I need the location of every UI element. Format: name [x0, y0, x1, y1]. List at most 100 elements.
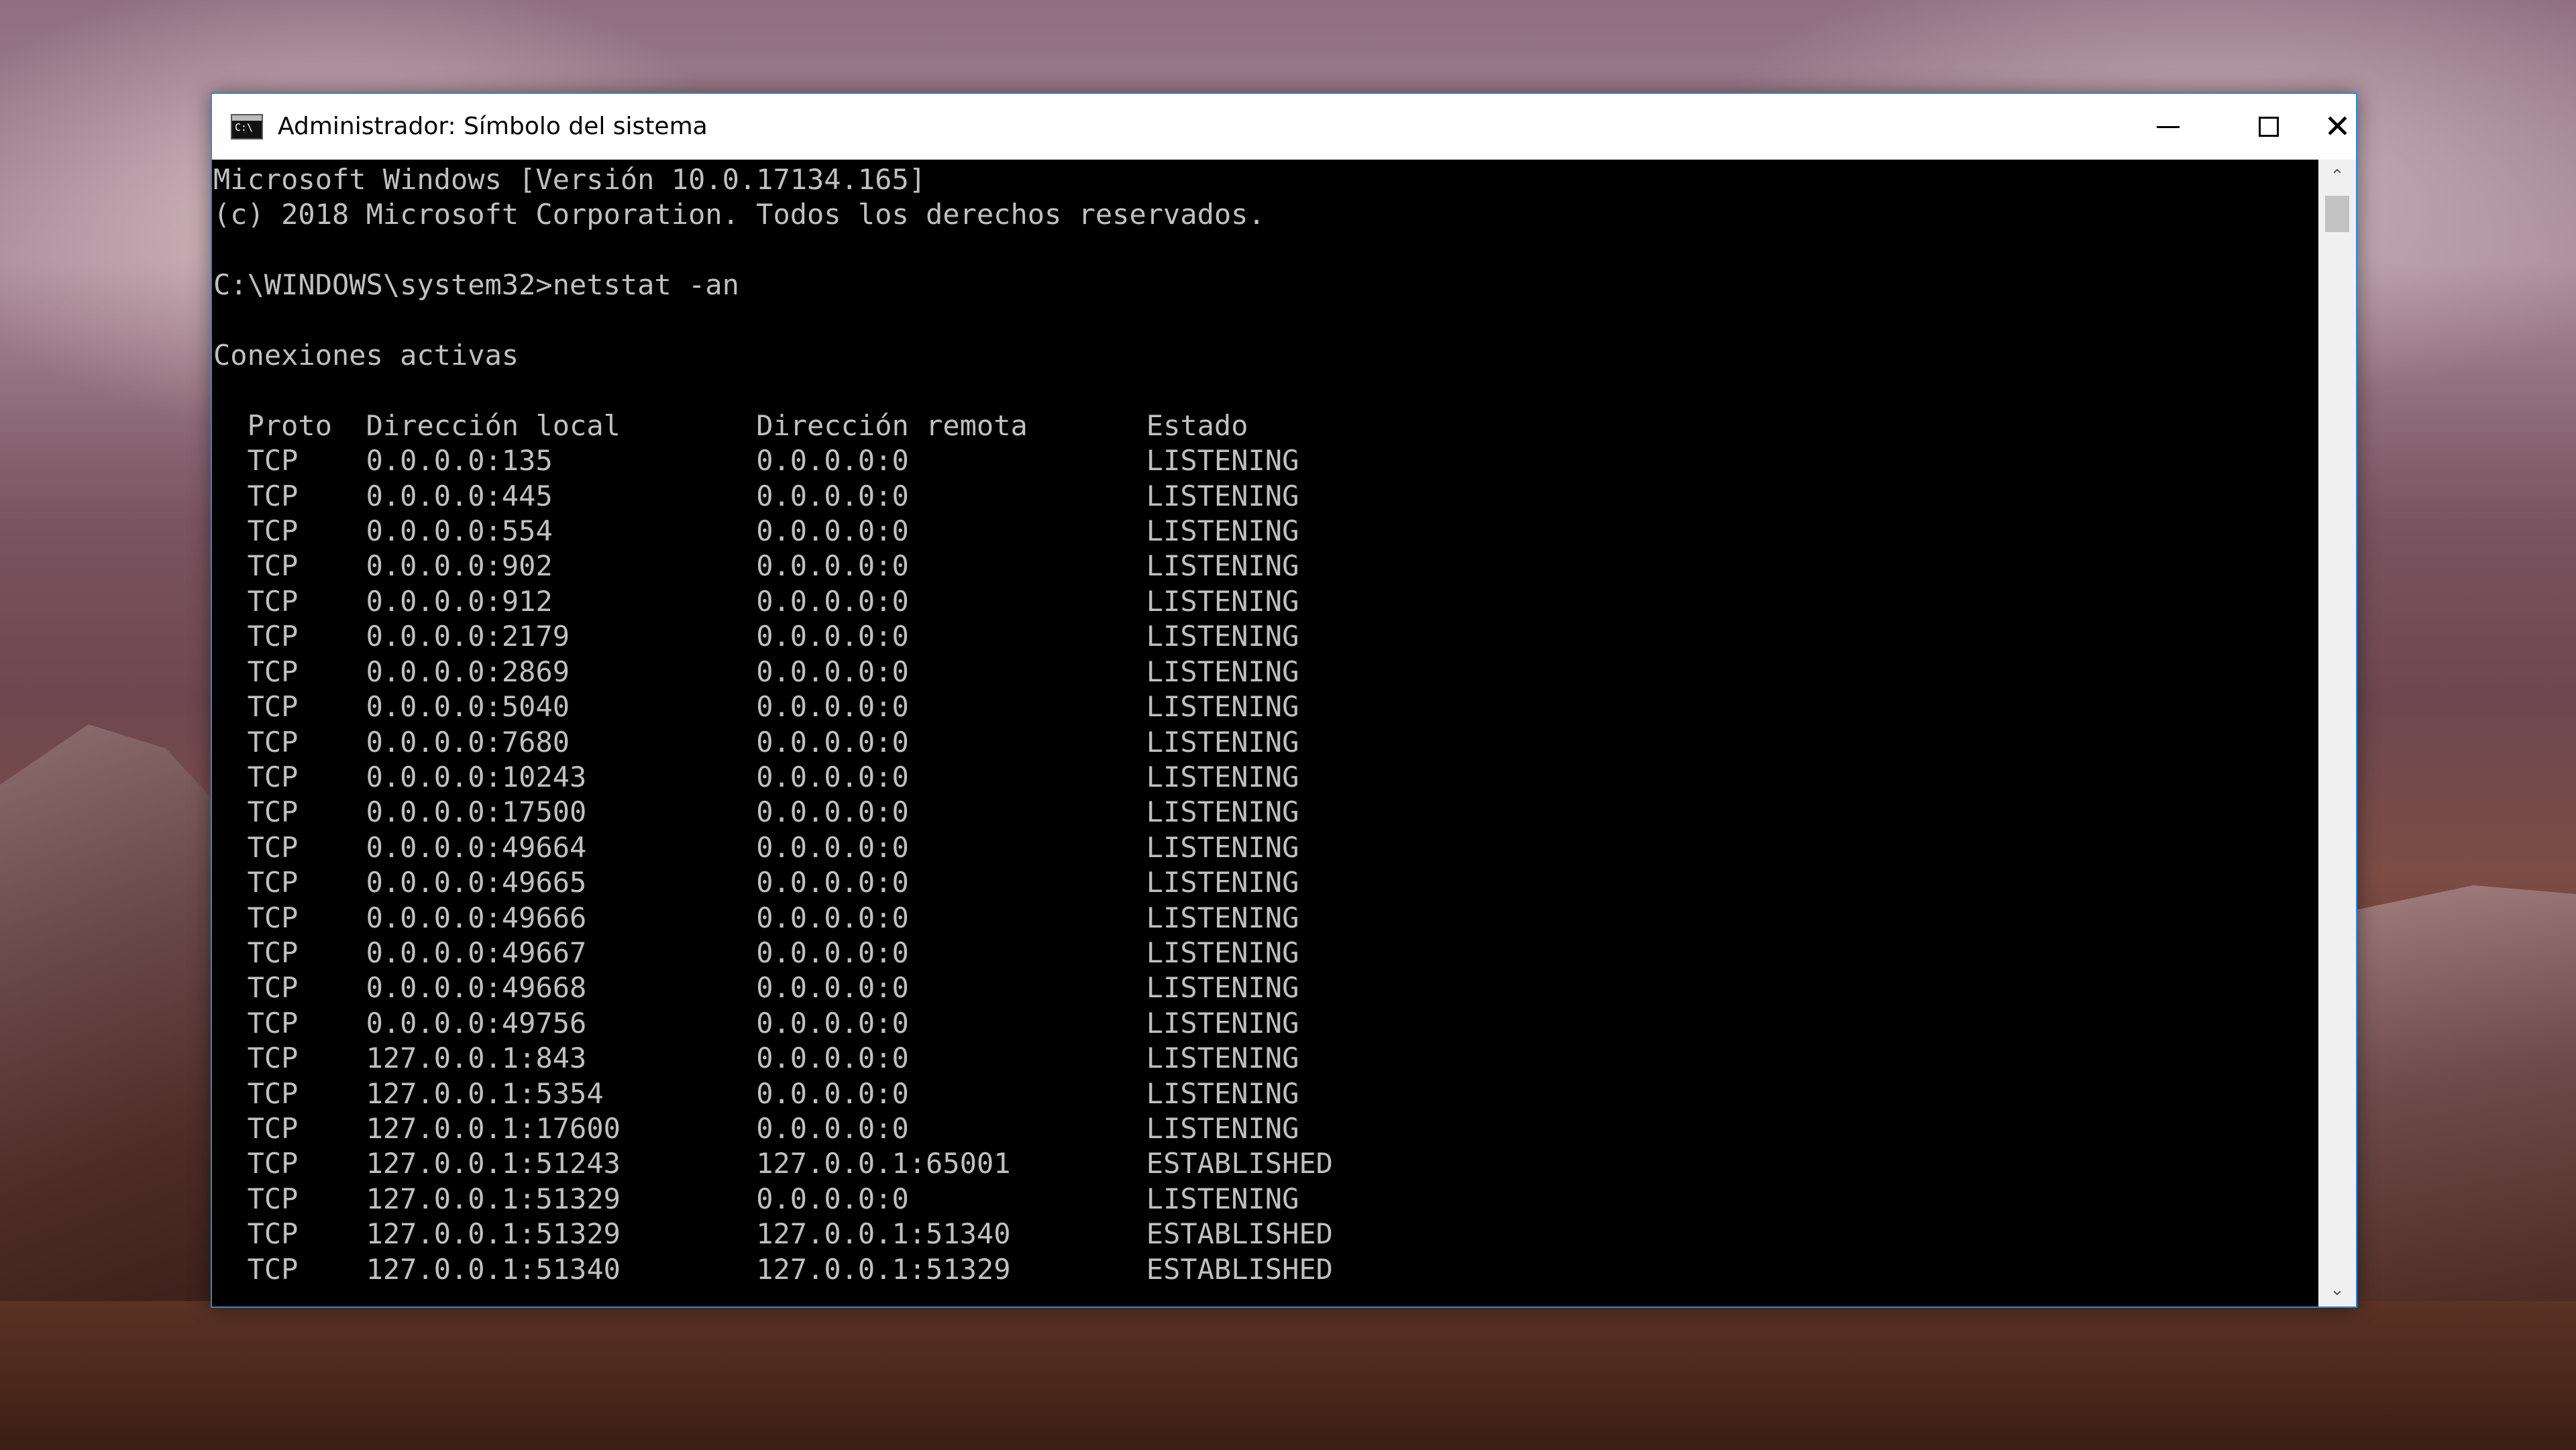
- remote-address-cell: 0.0.0.0:0: [756, 1182, 909, 1215]
- proto-cell: TCP: [247, 514, 299, 548]
- close-button[interactable]: ✕: [2319, 94, 2356, 160]
- console-header-line: Microsoft Windows [Versión 10.0.17134.16…: [213, 163, 926, 196]
- desktop-ground: [0, 1301, 2576, 1450]
- table-row: TCP 0.0.0.0:49668 0.0.0.0:0 LISTENING: [213, 971, 1299, 1004]
- proto-cell: TCP: [247, 549, 299, 583]
- state-cell: LISTENING: [1146, 620, 1299, 653]
- table-row: TCP 0.0.0.0:17500 0.0.0.0:0 LISTENING: [213, 795, 1299, 828]
- proto-cell: TCP: [247, 725, 299, 759]
- local-address-cell: 0.0.0.0:2179: [366, 620, 570, 653]
- table-row: TCP 127.0.0.1:843 0.0.0.0:0 LISTENING: [213, 1042, 1299, 1074]
- table-row: TCP 0.0.0.0:10243 0.0.0.0:0 LISTENING: [213, 761, 1299, 793]
- remote-address-cell: Dirección remota: [756, 408, 1028, 442]
- proto-cell: TCP: [247, 901, 299, 934]
- remote-address-cell: 0.0.0.0:0: [756, 1042, 909, 1075]
- desktop-mountain-right: [2348, 885, 2576, 1321]
- state-cell: Estado: [1146, 408, 1248, 442]
- local-address-cell: 0.0.0.0:554: [366, 514, 553, 548]
- local-address-cell: Dirección local: [366, 408, 621, 442]
- minimize-button[interactable]: [2118, 94, 2218, 160]
- table-row: TCP 0.0.0.0:2179 0.0.0.0:0 LISTENING: [213, 620, 1299, 653]
- local-address-cell: 0.0.0.0:135: [366, 444, 553, 478]
- table-row: TCP 127.0.0.1:51340 127.0.0.1:51329 ESTA…: [213, 1253, 1333, 1286]
- table-header: Proto Dirección local Dirección remota E…: [213, 409, 1248, 442]
- table-row: TCP 127.0.0.1:51243 127.0.0.1:65001 ESTA…: [213, 1147, 1333, 1180]
- table-row: TCP 0.0.0.0:5040 0.0.0.0:0 LISTENING: [213, 690, 1299, 723]
- proto-cell: TCP: [247, 584, 299, 618]
- state-cell: LISTENING: [1146, 936, 1299, 969]
- local-address-cell: 0.0.0.0:49756: [366, 1006, 587, 1040]
- local-address-cell: 0.0.0.0:49668: [366, 971, 587, 1005]
- proto-cell: TCP: [247, 655, 299, 688]
- scroll-thumb[interactable]: [2325, 196, 2349, 232]
- scroll-up-button[interactable]: ⌃: [2318, 160, 2356, 193]
- proto-cell: TCP: [247, 1076, 299, 1110]
- remote-address-cell: 127.0.0.1:51329: [756, 1252, 1011, 1286]
- local-address-cell: 127.0.0.1:51329: [366, 1217, 621, 1251]
- maximize-button[interactable]: [2218, 94, 2319, 160]
- local-address-cell: 0.0.0.0:49665: [366, 866, 587, 899]
- remote-address-cell: 0.0.0.0:0: [756, 620, 909, 653]
- local-address-cell: 0.0.0.0:7680: [366, 725, 570, 759]
- scroll-down-button[interactable]: ⌄: [2318, 1273, 2356, 1306]
- table-row: TCP 127.0.0.1:5354 0.0.0.0:0 LISTENING: [213, 1077, 1299, 1110]
- proto-cell: TCP: [247, 971, 299, 1005]
- proto-cell: TCP: [247, 479, 299, 512]
- window-title: Administrador: Símbolo del sistema: [278, 113, 708, 140]
- vertical-scrollbar[interactable]: ⌃ ⌄: [2318, 160, 2356, 1306]
- command-prompt-window[interactable]: Administrador: Símbolo del sistema ✕ Mic…: [211, 93, 2357, 1308]
- maximize-icon: [2259, 117, 2279, 137]
- remote-address-cell: 0.0.0.0:0: [756, 971, 909, 1005]
- remote-address-cell: 0.0.0.0:0: [756, 760, 909, 793]
- state-cell: ESTABLISHED: [1146, 1217, 1333, 1251]
- local-address-cell: 0.0.0.0:49666: [366, 901, 587, 934]
- state-cell: LISTENING: [1146, 901, 1299, 934]
- chevron-down-icon: ⌄: [2330, 1280, 2345, 1300]
- table-row: TCP 0.0.0.0:49664 0.0.0.0:0 LISTENING: [213, 831, 1299, 864]
- local-address-cell: 0.0.0.0:912: [366, 584, 553, 618]
- title-bar[interactable]: Administrador: Símbolo del sistema ✕: [212, 94, 2356, 160]
- console-text: Microsoft Windows [Versión 10.0.17134.16…: [212, 160, 2318, 1287]
- connections-table: Proto Dirección local Dirección remota E…: [213, 409, 1333, 1286]
- console-output[interactable]: Microsoft Windows [Versión 10.0.17134.16…: [212, 160, 2318, 1306]
- state-cell: LISTENING: [1146, 690, 1299, 724]
- local-address-cell: 0.0.0.0:2869: [366, 655, 570, 688]
- table-row: TCP 0.0.0.0:49667 0.0.0.0:0 LISTENING: [213, 936, 1299, 969]
- proto-cell: TCP: [247, 795, 299, 829]
- desktop-mountain-left: [0, 724, 221, 1328]
- remote-address-cell: 0.0.0.0:0: [756, 795, 909, 829]
- local-address-cell: 0.0.0.0:49667: [366, 936, 587, 969]
- local-address-cell: 0.0.0.0:902: [366, 549, 553, 583]
- state-cell: LISTENING: [1146, 479, 1299, 512]
- local-address-cell: 0.0.0.0:17500: [366, 795, 587, 829]
- remote-address-cell: 0.0.0.0:0: [756, 1111, 909, 1145]
- state-cell: LISTENING: [1146, 1042, 1299, 1075]
- state-cell: LISTENING: [1146, 584, 1299, 618]
- state-cell: LISTENING: [1146, 1076, 1299, 1110]
- table-row: TCP 127.0.0.1:51329 0.0.0.0:0 LISTENING: [213, 1182, 1299, 1215]
- table-row: TCP 127.0.0.1:17600 0.0.0.0:0 LISTENING: [213, 1112, 1299, 1145]
- cmd-icon[interactable]: [231, 114, 263, 140]
- remote-address-cell: 0.0.0.0:0: [756, 1006, 909, 1040]
- state-cell: LISTENING: [1146, 1111, 1299, 1145]
- remote-address-cell: 0.0.0.0:0: [756, 866, 909, 899]
- proto-cell: TCP: [247, 830, 299, 864]
- console-prompt: C:\WINDOWS\system32>: [213, 268, 553, 302]
- table-row: TCP 0.0.0.0:135 0.0.0.0:0 LISTENING: [213, 444, 1299, 477]
- remote-address-cell: 0.0.0.0:0: [756, 901, 909, 934]
- close-icon: ✕: [2324, 108, 2351, 146]
- remote-address-cell: 0.0.0.0:0: [756, 936, 909, 969]
- state-cell: ESTABLISHED: [1146, 1252, 1333, 1286]
- proto-cell: TCP: [247, 1006, 299, 1040]
- minimize-icon: [2157, 125, 2180, 128]
- proto-cell: TCP: [247, 620, 299, 653]
- state-cell: LISTENING: [1146, 514, 1299, 548]
- proto-cell: TCP: [247, 1252, 299, 1286]
- table-row: TCP 0.0.0.0:2869 0.0.0.0:0 LISTENING: [213, 655, 1299, 688]
- table-row: TCP 127.0.0.1:51329 127.0.0.1:51340 ESTA…: [213, 1217, 1333, 1250]
- remote-address-cell: 0.0.0.0:0: [756, 584, 909, 618]
- local-address-cell: 127.0.0.1:51329: [366, 1182, 621, 1215]
- table-row: TCP 0.0.0.0:7680 0.0.0.0:0 LISTENING: [213, 726, 1299, 759]
- state-cell: LISTENING: [1146, 866, 1299, 899]
- section-title: Conexiones activas: [213, 339, 519, 372]
